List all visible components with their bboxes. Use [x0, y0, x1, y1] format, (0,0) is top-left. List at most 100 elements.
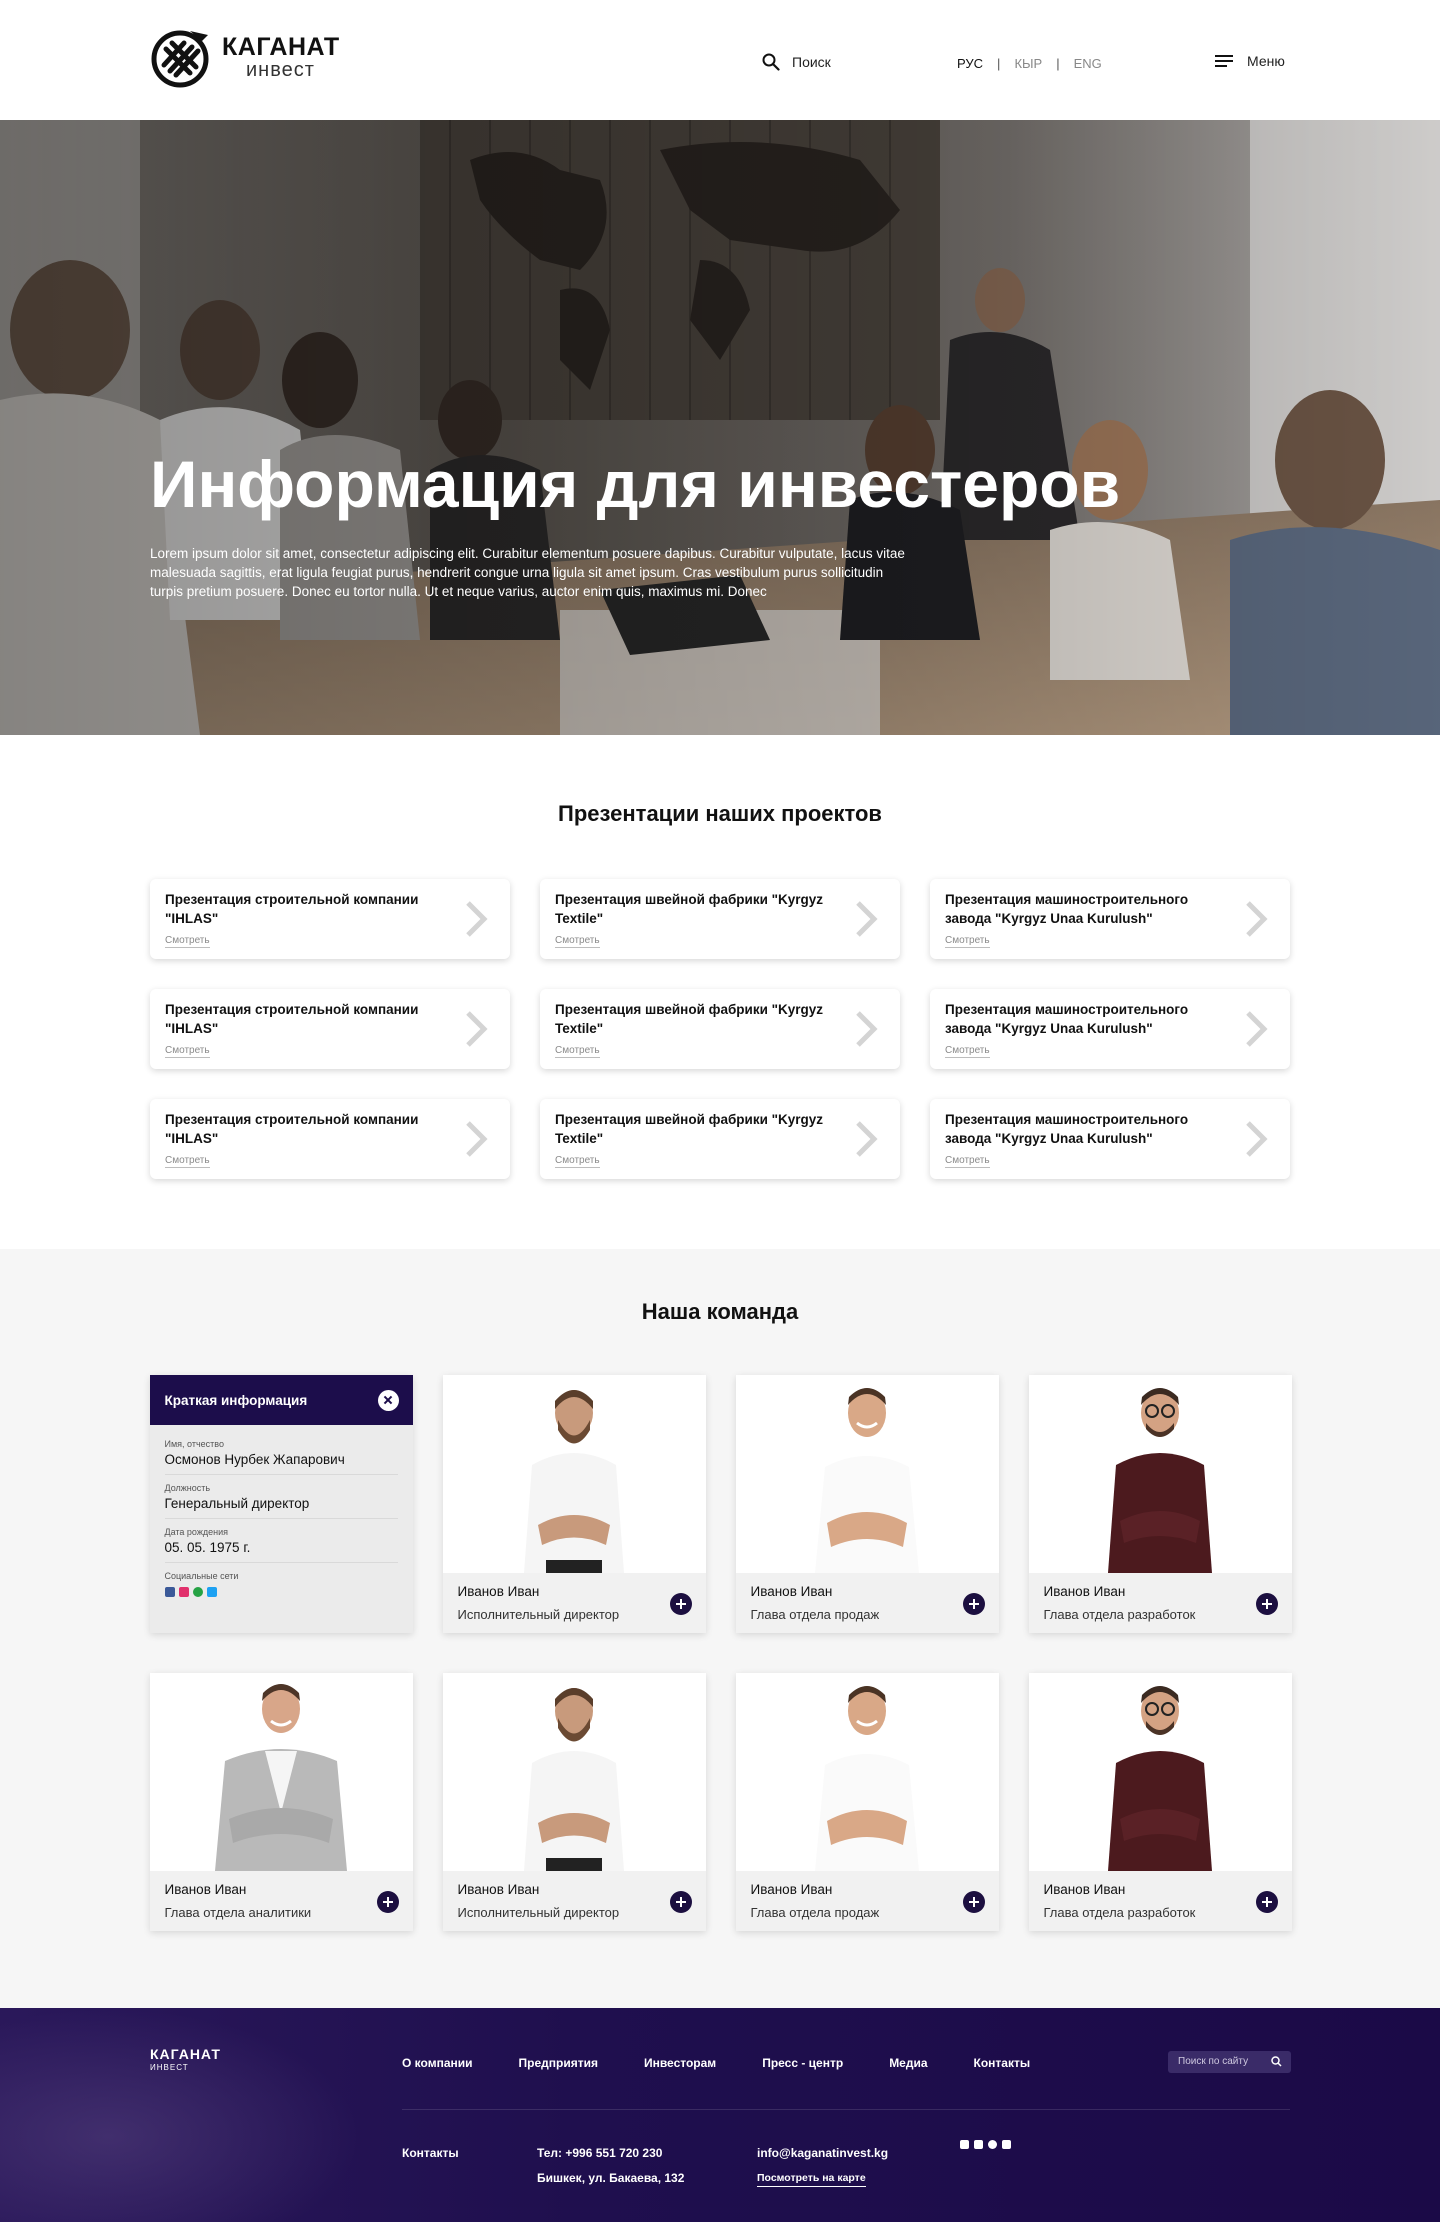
team-title: Наша команда: [641, 1299, 799, 1324]
view-link[interactable]: Смотреть: [945, 935, 990, 948]
footer-search-input[interactable]: Поиск по сайту: [1168, 2051, 1291, 2073]
chevron-right-icon: [856, 1121, 878, 1157]
logo-emblem-icon: [151, 30, 209, 88]
footer-nav-contacts[interactable]: Контакты: [974, 2056, 1031, 2070]
hero-title: Информация для инвестеров: [150, 447, 1121, 521]
footer-contacts-label: Контакты: [402, 2146, 459, 2160]
member-name: Иванов Иван: [1043, 1882, 1126, 1897]
team-member-card[interactable]: Иванов Иван Глава отдела аналитики: [149, 1673, 413, 1931]
member-role: Исполнительный директор: [457, 1905, 620, 1920]
presentation-card-title: Презентация строительной компании "IHLAS…: [165, 892, 419, 926]
info-field-value: 05. 05. 1975 г.: [164, 1540, 251, 1555]
presentation-card[interactable]: Презентация швейной фабрики "Kyrgyz Text…: [540, 1099, 900, 1179]
member-photo: [1028, 1375, 1292, 1573]
presentation-card[interactable]: Презентация швейной фабрики "Kyrgyz Text…: [540, 879, 900, 959]
search-icon: [762, 53, 780, 71]
instagram-icon[interactable]: [974, 2140, 983, 2149]
facebook-icon[interactable]: [960, 2140, 969, 2149]
site-footer: КАГАНАТ ИНВЕСТ О компании Предприятия Ин…: [0, 2008, 1440, 2222]
footer-phone[interactable]: Тел: +996 551 720 230: [537, 2146, 662, 2160]
presentation-card[interactable]: Презентация строительной компании "IHLAS…: [150, 989, 510, 1069]
presentation-card[interactable]: Презентация строительной компании "IHLAS…: [150, 1099, 510, 1179]
presentation-card-title: Презентация строительной компании "IHLAS…: [165, 1002, 419, 1036]
footer-logo[interactable]: КАГАНАТ ИНВЕСТ: [150, 2047, 221, 2072]
lang-en[interactable]: ENG: [1074, 56, 1102, 71]
member-role: Глава отдела аналитики: [164, 1905, 312, 1920]
footer-nav: О компании Предприятия Инвесторам Пресс …: [402, 2056, 1030, 2070]
team-member-card[interactable]: Иванов Иван Исполнительный директор: [442, 1673, 706, 1931]
plus-icon[interactable]: [962, 1593, 985, 1615]
footer-nav-investors[interactable]: Инвесторам: [644, 2056, 716, 2070]
info-field: Дата рождения 05. 05. 1975 г.: [164, 1523, 398, 1563]
info-field-label: Социальные сети: [164, 1571, 239, 1581]
info-field-value: Генеральный директор: [164, 1496, 310, 1511]
footer-nav-about[interactable]: О компании: [402, 2056, 473, 2070]
presentation-card[interactable]: Презентация машиностроительного завода "…: [930, 879, 1290, 959]
member-role: Глава отдела разработок: [1043, 1607, 1196, 1622]
plus-icon[interactable]: [669, 1891, 692, 1913]
info-field: Должность Генеральный директор: [164, 1479, 398, 1519]
language-switcher: РУС | КЫР | ENG: [957, 56, 1102, 71]
presentation-card[interactable]: Презентация машиностроительного завода "…: [930, 989, 1290, 1069]
menu-button[interactable]: Меню: [1215, 53, 1285, 69]
presentation-card-title: Презентация швейной фабрики "Kyrgyz Text…: [555, 1002, 824, 1036]
plus-icon[interactable]: [376, 1891, 399, 1913]
footer-nav-media[interactable]: Медиа: [889, 2056, 927, 2070]
twitter-icon[interactable]: [206, 1587, 217, 1597]
footer-divider: [402, 2109, 1290, 2110]
view-link[interactable]: Смотреть: [945, 1155, 990, 1168]
logo-subtitle: инвест: [246, 58, 315, 81]
view-link[interactable]: Смотреть: [165, 935, 210, 948]
plus-icon[interactable]: [962, 1891, 985, 1913]
facebook-icon[interactable]: [164, 1587, 175, 1597]
view-link[interactable]: Смотреть: [165, 1045, 210, 1058]
info-card-title: Краткая информация: [164, 1392, 308, 1408]
view-link[interactable]: Смотреть: [555, 1155, 600, 1168]
search-icon[interactable]: [1271, 2056, 1282, 2067]
view-link[interactable]: Смотреть: [165, 1155, 210, 1168]
info-card-header: Краткая информация: [149, 1375, 413, 1425]
plus-icon[interactable]: [1255, 1593, 1278, 1615]
team-member-card[interactable]: Иванов Иван Глава отдела продаж: [735, 1375, 999, 1633]
footer-search-placeholder: Поиск по сайту: [1178, 2056, 1249, 2067]
lang-ky[interactable]: КЫР: [1014, 56, 1042, 71]
team-member-card[interactable]: Иванов Иван Глава отдела разработок: [1028, 1375, 1292, 1633]
footer-email[interactable]: info@kaganatinvest.kg: [757, 2146, 888, 2160]
view-link[interactable]: Смотреть: [945, 1045, 990, 1058]
presentation-card[interactable]: Презентация строительной компании "IHLAS…: [150, 879, 510, 959]
presentations-title: Презентации наших проектов: [558, 801, 882, 826]
team-member-card[interactable]: Иванов Иван Глава отдела разработок: [1028, 1673, 1292, 1931]
whatsapp-icon[interactable]: [192, 1587, 203, 1597]
header-search-button[interactable]: Поиск: [762, 53, 831, 71]
menu-label: Меню: [1247, 53, 1285, 69]
view-link[interactable]: Смотреть: [555, 935, 600, 948]
footer-logo-subtitle: ИНВЕСТ: [150, 2063, 189, 2072]
footer-map-link[interactable]: Посмотреть на карте: [757, 2172, 866, 2187]
info-field: Имя, отчество Осмонов Нурбек Жапарович: [164, 1435, 398, 1475]
logo[interactable]: КАГАНАТ инвест: [150, 25, 340, 89]
chevron-right-icon: [1246, 1121, 1268, 1157]
close-icon[interactable]: [377, 1389, 399, 1411]
footer-nav-press[interactable]: Пресс - центр: [762, 2056, 843, 2070]
team-member-card[interactable]: Иванов Иван Глава отдела продаж: [735, 1673, 999, 1931]
view-link[interactable]: Смотреть: [555, 1045, 600, 1058]
plus-icon[interactable]: [1255, 1891, 1278, 1913]
presentation-card-title: Презентация строительной компании "IHLAS…: [165, 1112, 419, 1146]
info-field-label: Должность: [164, 1483, 211, 1493]
chevron-right-icon: [1246, 901, 1268, 937]
chevron-right-icon: [466, 1121, 488, 1157]
team-member-card[interactable]: Иванов Иван Исполнительный директор: [442, 1375, 706, 1633]
lang-ru[interactable]: РУС: [957, 56, 983, 71]
member-name: Иванов Иван: [750, 1882, 833, 1897]
lang-separator: |: [1056, 56, 1060, 71]
instagram-icon[interactable]: [178, 1587, 189, 1597]
whatsapp-icon[interactable]: [988, 2140, 997, 2149]
presentation-card[interactable]: Презентация машиностроительного завода "…: [930, 1099, 1290, 1179]
presentation-card[interactable]: Презентация швейной фабрики "Kyrgyz Text…: [540, 989, 900, 1069]
member-info-card: Краткая информация Имя, отчество Осмонов…: [149, 1375, 413, 1633]
presentation-card-title: Презентация швейной фабрики "Kyrgyz Text…: [555, 1112, 824, 1146]
twitter-icon[interactable]: [1002, 2140, 1011, 2149]
plus-icon[interactable]: [669, 1593, 692, 1615]
footer-nav-enterprises[interactable]: Предприятия: [519, 2056, 598, 2070]
member-photo: [735, 1673, 999, 1871]
